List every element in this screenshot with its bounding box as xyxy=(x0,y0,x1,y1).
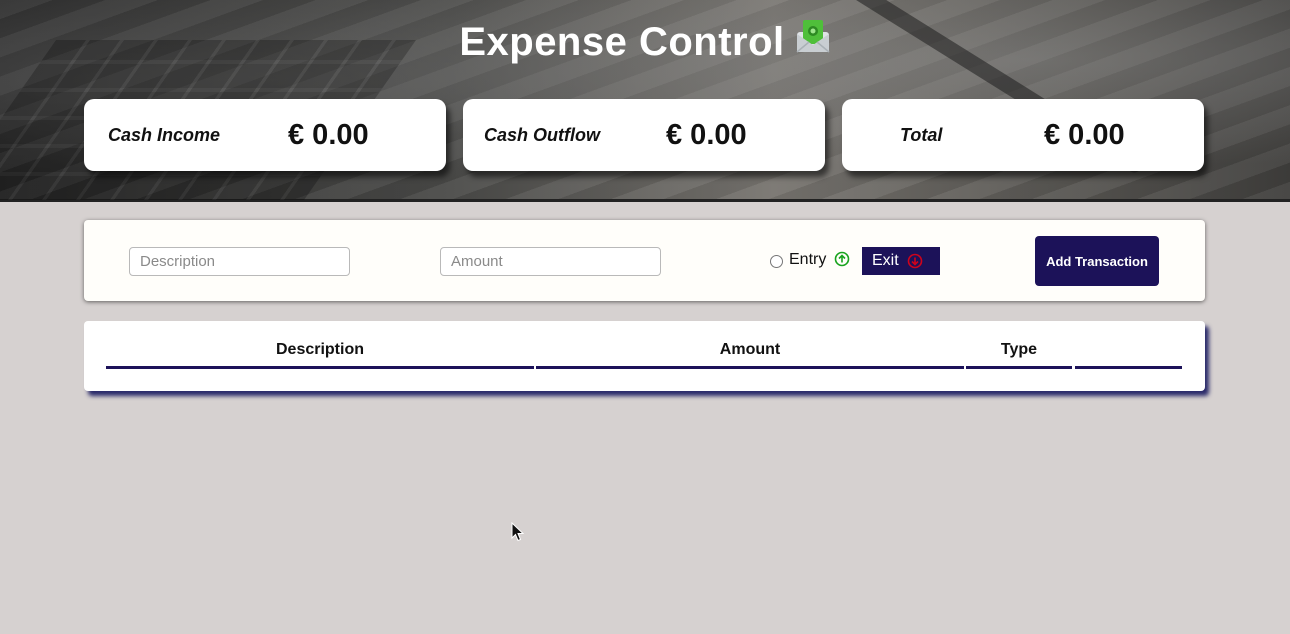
total-label: Total xyxy=(900,125,943,145)
cash-income-value: € 0.00 xyxy=(288,119,369,151)
column-header-type: Type xyxy=(966,341,1072,369)
cash-income-card: Cash Income € 0.00 xyxy=(84,99,446,171)
money-envelope-icon xyxy=(795,18,831,54)
page-title: Expense Control xyxy=(459,19,785,64)
cash-outflow-card: Cash Outflow € 0.00 xyxy=(463,99,825,171)
column-header-actions xyxy=(1075,341,1182,369)
entry-radio[interactable] xyxy=(770,255,783,268)
entry-label[interactable]: Entry xyxy=(789,251,826,269)
arrow-down-circle-icon xyxy=(907,253,923,269)
exit-label: Exit xyxy=(872,252,899,269)
cash-outflow-label: Cash Outflow xyxy=(484,125,600,145)
mouse-cursor-icon xyxy=(511,521,525,542)
total-card: Total € 0.00 xyxy=(842,99,1204,171)
column-header-description: Description xyxy=(106,341,534,369)
transactions-table: Description Amount Type xyxy=(84,321,1205,391)
description-input[interactable] xyxy=(129,247,350,276)
total-value: € 0.00 xyxy=(1044,119,1125,151)
add-transaction-button[interactable]: Add Transaction xyxy=(1035,236,1159,286)
cash-income-label: Cash Income xyxy=(108,125,221,145)
arrow-up-circle-icon xyxy=(834,251,850,267)
amount-input[interactable] xyxy=(440,247,661,276)
column-header-amount: Amount xyxy=(536,341,964,369)
title-bar: Expense Control xyxy=(0,16,1290,68)
transaction-form: Entry Exit Add Transaction xyxy=(84,220,1205,301)
exit-button[interactable]: Exit xyxy=(862,247,940,275)
cash-outflow-value: € 0.00 xyxy=(666,119,747,151)
